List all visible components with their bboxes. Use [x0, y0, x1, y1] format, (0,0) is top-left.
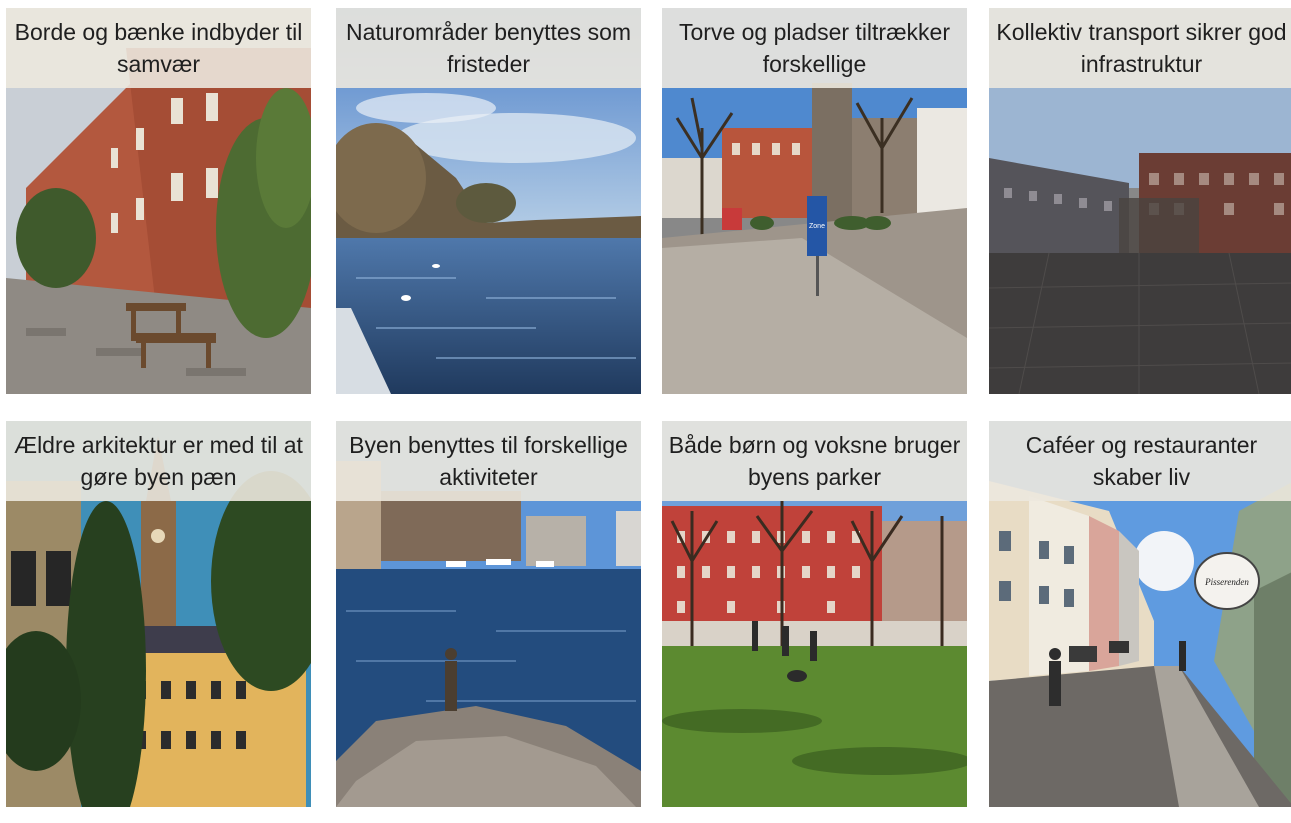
photo-card-transport: Kollektiv transport sikrer god infrastru… — [989, 8, 1291, 394]
photo-caption: Torve og pladser tiltrækker forskellige — [662, 8, 967, 88]
photo-caption: Byen benyttes til forskellige aktivitete… — [336, 421, 641, 501]
photo-caption: Ældre arkitektur er med til at gøre byen… — [6, 421, 311, 501]
photo-card-nature: Naturområder benyttes som fristeder — [336, 8, 641, 394]
photo-caption: Borde og bænke indbyder til samvær — [6, 8, 311, 88]
photo-card-activities: Byen benyttes til forskellige aktivitete… — [336, 421, 641, 807]
photo-card-parks: Både børn og voksne bruger byens parker — [662, 421, 967, 807]
photo-caption: Både børn og voksne bruger byens parker — [662, 421, 967, 501]
photo-card-benches: Borde og bænke indbyder til samvær — [6, 8, 311, 394]
photo-card-cafes: Pisserenden Caféer og restauranter skabe… — [989, 421, 1291, 807]
photo-caption: Kollektiv transport sikrer god infrastru… — [989, 8, 1291, 88]
photo-grid: Borde og bænke indbyder til samvær Natur… — [0, 0, 1291, 823]
pisserenden-sign: Pisserenden — [1204, 577, 1249, 587]
photo-caption: Naturområder benyttes som fristeder — [336, 8, 641, 88]
photo-caption: Caféer og restauranter skaber liv — [989, 421, 1291, 501]
zone-sign: Zone — [809, 223, 825, 230]
photo-card-square: Zone Torve og pladser tiltrækker forskel… — [662, 8, 967, 394]
photo-card-architecture: Ældre arkitektur er med til at gøre byen… — [6, 421, 311, 807]
